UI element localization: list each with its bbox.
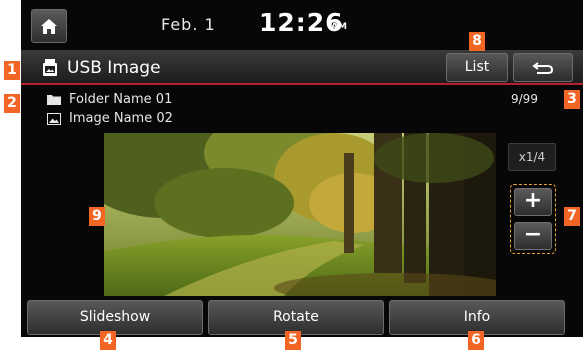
home-button[interactable] — [31, 9, 67, 43]
image-viewer[interactable] — [104, 133, 496, 296]
image-counter: 9/99 — [511, 92, 538, 106]
info-button[interactable]: Info — [389, 300, 565, 335]
image-file-icon — [47, 112, 61, 125]
list-button[interactable]: List — [446, 53, 508, 82]
callout-9: 9 — [89, 207, 105, 226]
image-row: Image Name 02 — [47, 111, 173, 126]
title-bar: USB Image List — [21, 50, 583, 85]
back-button[interactable] — [513, 53, 573, 82]
zoom-controls: + − — [510, 184, 556, 254]
callout-6: 6 — [468, 331, 484, 350]
date-display: Feb. 1 — [161, 15, 216, 34]
rotate-button[interactable]: Rotate — [208, 300, 384, 335]
forest-photo — [104, 133, 496, 296]
folder-name: Folder Name 01 — [69, 92, 173, 107]
status-bar: Feb. 1 12:26 AM — [21, 0, 583, 50]
home-icon — [41, 18, 57, 34]
clock-ampm: AM — [331, 22, 347, 32]
image-name: Image Name 02 — [69, 111, 173, 126]
callout-3: 3 — [564, 90, 580, 109]
infotainment-screen: Feb. 1 12:26 AM USB Image List Folder Na… — [21, 0, 583, 337]
folder-row: Folder Name 01 — [47, 92, 172, 107]
back-arrow-icon — [532, 61, 554, 74]
callout-2: 2 — [4, 94, 20, 113]
callout-8: 8 — [469, 32, 485, 51]
callout-7: 7 — [564, 207, 580, 226]
callout-4: 4 — [100, 331, 116, 350]
folder-icon — [47, 95, 61, 105]
slideshow-button[interactable]: Slideshow — [27, 300, 203, 335]
usb-image-icon — [43, 59, 57, 76]
zoom-out-button[interactable]: − — [514, 222, 552, 250]
page-title: USB Image — [67, 58, 161, 78]
zoom-in-button[interactable]: + — [514, 188, 552, 216]
callout-5: 5 — [285, 331, 301, 350]
callout-1: 1 — [4, 61, 20, 80]
zoom-level-indicator: x1/4 — [508, 143, 556, 171]
